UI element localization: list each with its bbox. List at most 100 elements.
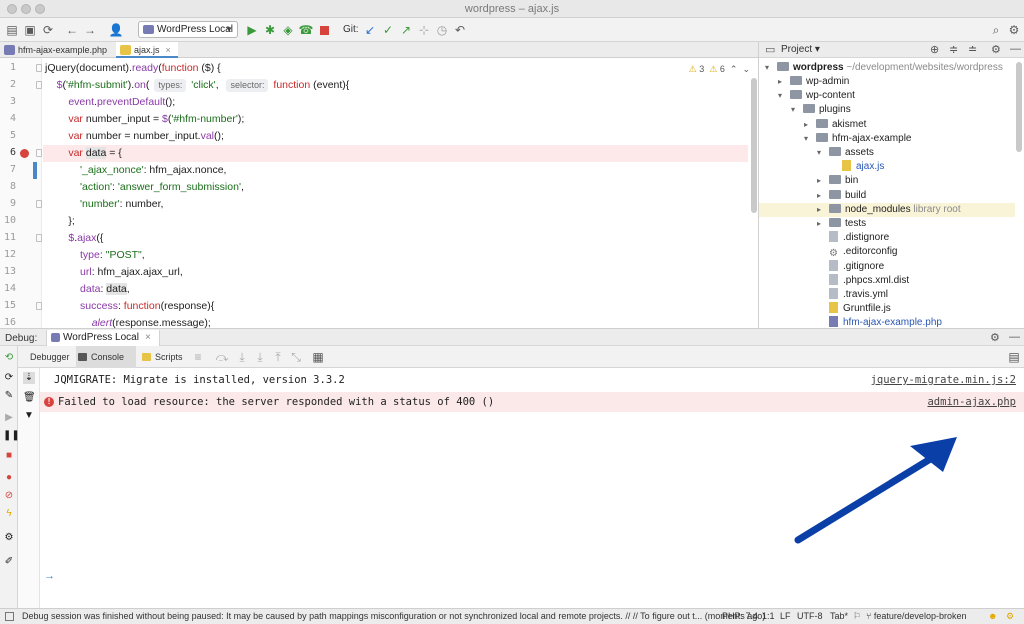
git-push-icon[interactable]: ↗ [398, 22, 414, 38]
expand-arrow-icon[interactable]: ▸ [817, 217, 829, 231]
tab-hfm-ajax-example-php[interactable]: hfm-ajax-example.php [0, 42, 114, 58]
show-frame-icon[interactable]: ≡ [190, 349, 206, 365]
fold-marker-icon[interactable] [36, 64, 42, 72]
close-tab-icon[interactable]: × [145, 332, 151, 343]
debug-session-tab[interactable]: WordPress Local × [46, 330, 160, 346]
expand-all-icon[interactable]: ≑ [949, 43, 958, 56]
settings-icon[interactable]: ⚙ [3, 532, 15, 544]
expand-arrow-icon[interactable]: ▾ [791, 103, 803, 117]
tree-item[interactable]: hfm-ajax-example.php [817, 316, 942, 328]
tree-item[interactable]: ⚙ .editorconfig [817, 245, 897, 259]
chevron-up-icon[interactable]: ⌃ [730, 64, 738, 74]
tree-item[interactable]: .phpcs.xml.dist [817, 273, 909, 288]
git-update-icon[interactable]: ↙ [362, 22, 378, 38]
lock-icon[interactable]: ⚐ [853, 609, 861, 624]
run-icon[interactable]: ▶ [244, 22, 260, 38]
vcs-change-marker[interactable] [33, 162, 37, 179]
search-icon[interactable]: ⌕ [988, 22, 1004, 38]
force-step-into-icon[interactable]: ⤓ [252, 349, 268, 365]
gear-icon[interactable]: ⚙ [990, 331, 1000, 344]
synchronize-icon[interactable]: ⟳ [40, 22, 56, 38]
tab-scripts[interactable]: Scripts [140, 346, 194, 368]
fold-marker-icon[interactable] [36, 81, 42, 89]
inspection-widget[interactable]: ⚠ 3 ⚠ 6 ⌃ ⌄ [689, 64, 750, 75]
project-title[interactable]: Project ▾ [781, 44, 820, 55]
save-all-icon[interactable]: ▣ [22, 22, 38, 38]
code-editor[interactable]: 1 2 3 4 5 6 7 8 9 10 11 12 13 14 15 16 jQuery(document)… [0, 58, 758, 328]
tree-item[interactable]: ▸ tests [817, 217, 866, 231]
back-icon[interactable]: ← [64, 22, 80, 38]
step-into-icon[interactable]: ⤓ [234, 349, 250, 365]
lightning-icon[interactable]: ϟ [3, 508, 15, 520]
tree-item[interactable]: ▸ akismet [804, 118, 866, 132]
wrench-icon[interactable]: ✎ [3, 390, 15, 402]
locate-file-icon[interactable]: ⊕ [930, 43, 939, 56]
layout-icon[interactable]: ▤ [1006, 349, 1022, 365]
expand-arrow-icon[interactable]: ▸ [778, 75, 790, 89]
rollback-icon[interactable]: ↶ [452, 22, 468, 38]
collapse-all-icon[interactable]: ≐ [968, 43, 977, 56]
tab-console[interactable]: Console [76, 346, 136, 368]
listen-debug-icon[interactable]: ☎ [298, 22, 314, 38]
stop-icon[interactable] [316, 22, 332, 38]
expand-arrow-icon[interactable]: ▾ [817, 146, 829, 160]
tree-item[interactable]: .distignore [817, 231, 889, 245]
expand-arrow-icon[interactable]: ▸ [804, 118, 816, 132]
expand-arrow-icon[interactable]: ▸ [817, 203, 829, 217]
tree-item[interactable]: ▾ wp-content [778, 89, 855, 103]
line-separator[interactable]: LF [780, 609, 791, 624]
tree-item[interactable]: .travis.yml [817, 288, 888, 302]
fold-marker-icon[interactable] [36, 234, 42, 242]
php-version[interactable]: PHP: 7.4 [722, 609, 758, 624]
coverage-icon[interactable]: ◈ [280, 22, 296, 38]
expand-arrow-icon[interactable]: ▸ [817, 174, 829, 188]
tree-item[interactable]: .gitignore [817, 259, 884, 274]
debug-icon[interactable]: ✱ [262, 22, 278, 38]
git-branch[interactable]: ⑂ feature/develop-broken [866, 609, 966, 624]
vcs-user-icon[interactable]: 👤▾ [106, 22, 126, 53]
console-input[interactable] [40, 566, 1024, 586]
history-icon[interactable]: ◷ [434, 22, 450, 38]
editor-scrollbar[interactable] [751, 78, 757, 213]
console-output[interactable]: JQMIGRATE: Migrate is installed, version… [40, 368, 1024, 608]
mute-breakpoints-icon[interactable]: ⊘ [3, 490, 15, 502]
breakpoint-icon[interactable] [20, 149, 29, 158]
expand-arrow-icon[interactable]: ▾ [804, 132, 816, 146]
event-log-icon[interactable]: ⚙ [1006, 609, 1014, 624]
pause-icon[interactable]: ❚❚ [3, 430, 20, 442]
scroll-to-end-icon[interactable]: ⇣ [23, 372, 35, 384]
tree-item[interactable]: ▾ hfm-ajax-example [804, 132, 911, 146]
tree-item[interactable]: ajax.js [830, 160, 884, 174]
tab-ajax-js[interactable]: ajax.js × [116, 42, 178, 58]
rerun-icon[interactable]: ⟲ [3, 352, 15, 364]
step-over-icon[interactable]: ⤼ [214, 349, 230, 365]
tree-item[interactable]: ▸ wp-admin [778, 75, 849, 89]
tool-windows-icon[interactable] [5, 612, 14, 621]
status-message[interactable]: Debug session was finished without being… [22, 609, 765, 624]
tree-item[interactable]: ▾ assets [817, 146, 874, 160]
expand-arrow-icon[interactable]: ▾ [778, 89, 790, 103]
open-folder-icon[interactable]: ▤ [4, 22, 20, 38]
chevron-down-icon[interactable]: ⌄ [742, 64, 750, 74]
settings-icon[interactable]: ⚙ [1006, 22, 1022, 38]
tree-item[interactable]: ▸ bin [817, 174, 858, 188]
forward-icon[interactable]: → [82, 22, 98, 38]
step-out-icon[interactable]: ⤒ [270, 349, 286, 365]
fold-marker-icon[interactable] [36, 302, 42, 310]
project-root[interactable]: ▾ wordpress ~/development/websites/wordpr… [765, 61, 1003, 75]
close-tab-icon[interactable]: × [166, 45, 171, 55]
hide-icon[interactable]: — [1009, 331, 1020, 343]
run-configuration-select[interactable]: WordPress Local ▼ [138, 21, 238, 38]
resume-icon[interactable]: ▶ [3, 412, 15, 424]
tree-item[interactable]: Gruntfile.js [817, 302, 891, 316]
caret-position[interactable]: 1:1 [762, 609, 775, 624]
fold-marker-icon[interactable] [36, 149, 42, 157]
file-encoding[interactable]: UTF-8 [797, 609, 823, 624]
git-compare-icon[interactable]: ⊹ [416, 22, 432, 38]
gear-icon[interactable]: ⚙ [991, 43, 1001, 56]
run-to-cursor-icon[interactable]: ⤡ [288, 349, 304, 365]
refresh-icon[interactable]: ⟳ [3, 372, 15, 384]
tree-item[interactable]: ▸ node_modules library root [759, 202, 1015, 217]
clear-icon[interactable]: 🗑 [23, 392, 36, 404]
tree-item[interactable]: ▸ build [817, 189, 866, 203]
